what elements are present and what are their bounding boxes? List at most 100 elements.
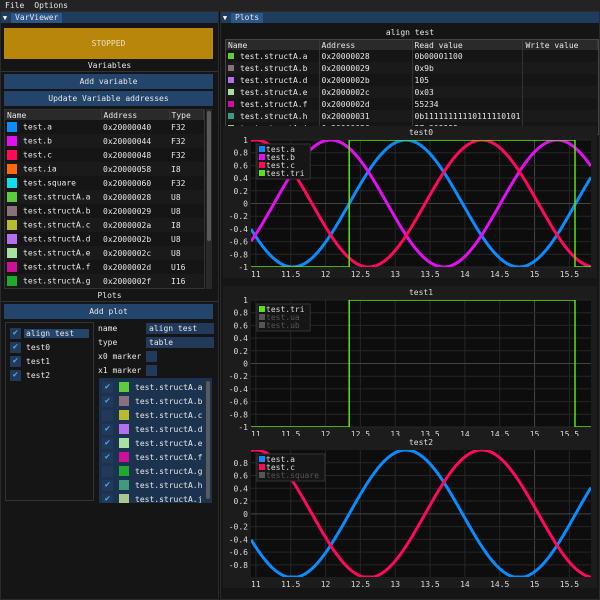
plot-variable-item[interactable]: ✔ test.structA.h bbox=[102, 478, 209, 492]
update-addresses-button[interactable]: Update Variable addresses bbox=[4, 91, 213, 106]
write-value-cell[interactable] bbox=[522, 110, 598, 122]
write-value-cell[interactable] bbox=[522, 74, 598, 86]
status-button[interactable]: STOPPED bbox=[4, 28, 213, 59]
variable-row[interactable]: test.structA.f 0x2000002d U16 bbox=[5, 260, 204, 274]
legend[interactable]: test.atest.ctest.square bbox=[256, 453, 326, 482]
write-value-cell[interactable] bbox=[522, 62, 598, 74]
color-swatch[interactable] bbox=[119, 396, 129, 406]
plot-list-item[interactable]: ✔ align test bbox=[10, 326, 89, 340]
color-swatch[interactable] bbox=[119, 410, 129, 420]
variable-row[interactable]: test.structA.d 0x2000002b U8 bbox=[5, 232, 204, 246]
legend[interactable]: test.tritest.uatest.ub bbox=[256, 303, 311, 332]
plot-variable-item[interactable]: ✔ test.structA.a bbox=[102, 380, 209, 394]
variable-row[interactable]: test.structA.b 0x20000029 U8 bbox=[5, 204, 204, 218]
plot-name-input[interactable]: align test bbox=[146, 322, 214, 334]
write-value-cell[interactable] bbox=[522, 86, 598, 98]
plot-variable-item[interactable]: ✔ test.structA.d bbox=[102, 422, 209, 436]
color-swatch[interactable] bbox=[119, 452, 129, 462]
color-swatch[interactable] bbox=[7, 178, 17, 188]
plot-test1[interactable]: test111 11.5 12 12.5 13 13.5 14 14.5 15 15.510.80… bbox=[223, 286, 597, 439]
variable-checkbox[interactable]: ✔ bbox=[102, 437, 113, 449]
legend-swatch[interactable] bbox=[259, 146, 265, 152]
variable-checkbox[interactable]: ✔ bbox=[102, 381, 113, 393]
plot-variable-item[interactable]: ✔ test.structA.e bbox=[102, 436, 209, 450]
plot-variable-item[interactable]: test.structA.g bbox=[102, 464, 209, 478]
legend-swatch[interactable] bbox=[259, 464, 265, 470]
plot-name[interactable]: test2 bbox=[24, 371, 89, 380]
legend-swatch[interactable] bbox=[259, 170, 265, 176]
color-swatch[interactable] bbox=[119, 438, 129, 448]
window-menu-icon[interactable]: ▼ bbox=[1, 14, 9, 22]
legend-swatch[interactable] bbox=[259, 306, 265, 312]
plot-test2[interactable]: test2 11 11.5 12 12.5 13 13.5 14 14.5 15 15.5 0.8 0.… bbox=[223, 436, 597, 589]
color-swatch[interactable] bbox=[7, 164, 17, 174]
variable-row[interactable]: test.structA.a 0x20000028 U8 bbox=[5, 190, 204, 204]
color-swatch[interactable] bbox=[7, 248, 17, 258]
x0-marker-checkbox[interactable] bbox=[146, 350, 157, 362]
color-swatch[interactable] bbox=[119, 480, 129, 490]
plot-variable-item[interactable]: ✔ test.structA.b bbox=[102, 394, 209, 408]
write-value-cell[interactable] bbox=[522, 98, 598, 110]
color-swatch[interactable] bbox=[7, 206, 17, 216]
x1-marker-checkbox[interactable] bbox=[146, 364, 157, 376]
tab-plots[interactable]: Plots bbox=[231, 12, 264, 23]
color-swatch[interactable] bbox=[7, 262, 17, 272]
variable-checkbox[interactable]: ✔ bbox=[102, 423, 113, 435]
col-read-value[interactable]: Read value bbox=[412, 40, 524, 50]
variable-checkbox[interactable] bbox=[102, 409, 113, 421]
variables-scrollbar[interactable] bbox=[206, 109, 212, 289]
plot-type-select[interactable]: table bbox=[146, 336, 214, 348]
plot-checkbox[interactable]: ✔ bbox=[10, 355, 21, 367]
variable-row[interactable]: test.structA.e 0x2000002c U8 bbox=[5, 246, 204, 260]
color-swatch[interactable] bbox=[119, 424, 129, 434]
variable-row[interactable]: test.c 0x20000048 F32 bbox=[5, 148, 204, 162]
legend[interactable]: test.atest.btest.ctest.tri bbox=[256, 143, 311, 180]
variable-row[interactable]: test.structA.g 0x2000002f I16 bbox=[5, 274, 204, 288]
plot-test0[interactable]: test0 11 11.5 12 12.5 13 13.5 14 14.5 15 15.5 1 0.8 0… bbox=[223, 126, 597, 279]
legend-swatch[interactable] bbox=[259, 162, 265, 168]
plot-variable-item[interactable]: ✔ test.structA.j bbox=[102, 492, 209, 503]
tab-varviewer[interactable]: VarViewer bbox=[11, 12, 63, 23]
menu-file[interactable]: File bbox=[5, 0, 24, 11]
variable-checkbox[interactable]: ✔ bbox=[102, 451, 113, 463]
variable-checkbox[interactable]: ✔ bbox=[102, 493, 113, 503]
variable-row[interactable]: test.square 0x20000060 F32 bbox=[5, 176, 204, 190]
col-type[interactable]: Type bbox=[169, 110, 204, 120]
legend-swatch[interactable] bbox=[259, 322, 265, 328]
scrollbar-thumb[interactable] bbox=[206, 381, 210, 499]
plot-name[interactable]: test0 bbox=[24, 343, 89, 352]
variable-row[interactable]: test.structA.c 0x2000002a I8 bbox=[5, 218, 204, 232]
plot-checkbox[interactable]: ✔ bbox=[10, 327, 21, 339]
variable-checkbox[interactable]: ✔ bbox=[102, 395, 113, 407]
col-write-value[interactable]: Write value bbox=[522, 40, 598, 50]
legend-entry[interactable]: test.ub bbox=[266, 321, 300, 330]
plot-variable-item[interactable]: ✔ test.structA.f bbox=[102, 450, 209, 464]
legend-swatch[interactable] bbox=[259, 154, 265, 160]
color-swatch[interactable] bbox=[119, 466, 129, 476]
plot-vars-scrollbar[interactable] bbox=[205, 378, 211, 503]
plot-name[interactable]: align test bbox=[24, 328, 89, 338]
legend-swatch[interactable] bbox=[259, 472, 265, 478]
plot-checkbox[interactable]: ✔ bbox=[10, 341, 21, 353]
legend-swatch[interactable] bbox=[259, 456, 265, 462]
variable-checkbox[interactable] bbox=[102, 465, 113, 477]
plot-list-item[interactable]: ✔ test2 bbox=[10, 368, 89, 382]
color-swatch[interactable] bbox=[7, 150, 17, 160]
legend-swatch[interactable] bbox=[259, 314, 265, 320]
add-plot-button[interactable]: Add plot bbox=[4, 304, 213, 319]
add-variable-button[interactable]: Add variable bbox=[4, 74, 213, 89]
window-menu-icon[interactable]: ▼ bbox=[221, 14, 229, 22]
color-swatch[interactable] bbox=[7, 122, 17, 132]
plot-checkbox[interactable]: ✔ bbox=[10, 369, 21, 381]
menu-options[interactable]: Options bbox=[34, 0, 68, 11]
write-value-cell[interactable] bbox=[522, 50, 598, 62]
col-address[interactable]: Address bbox=[101, 110, 170, 120]
col-name[interactable]: Name bbox=[226, 40, 320, 50]
color-swatch[interactable] bbox=[7, 234, 17, 244]
color-swatch[interactable] bbox=[7, 192, 17, 202]
variable-row[interactable]: test.b 0x20000044 F32 bbox=[5, 134, 204, 148]
plot-list-item[interactable]: ✔ test1 bbox=[10, 354, 89, 368]
legend-entry[interactable]: test.tri bbox=[266, 169, 305, 178]
color-swatch[interactable] bbox=[119, 382, 129, 392]
plot-list-item[interactable]: ✔ test0 bbox=[10, 340, 89, 354]
